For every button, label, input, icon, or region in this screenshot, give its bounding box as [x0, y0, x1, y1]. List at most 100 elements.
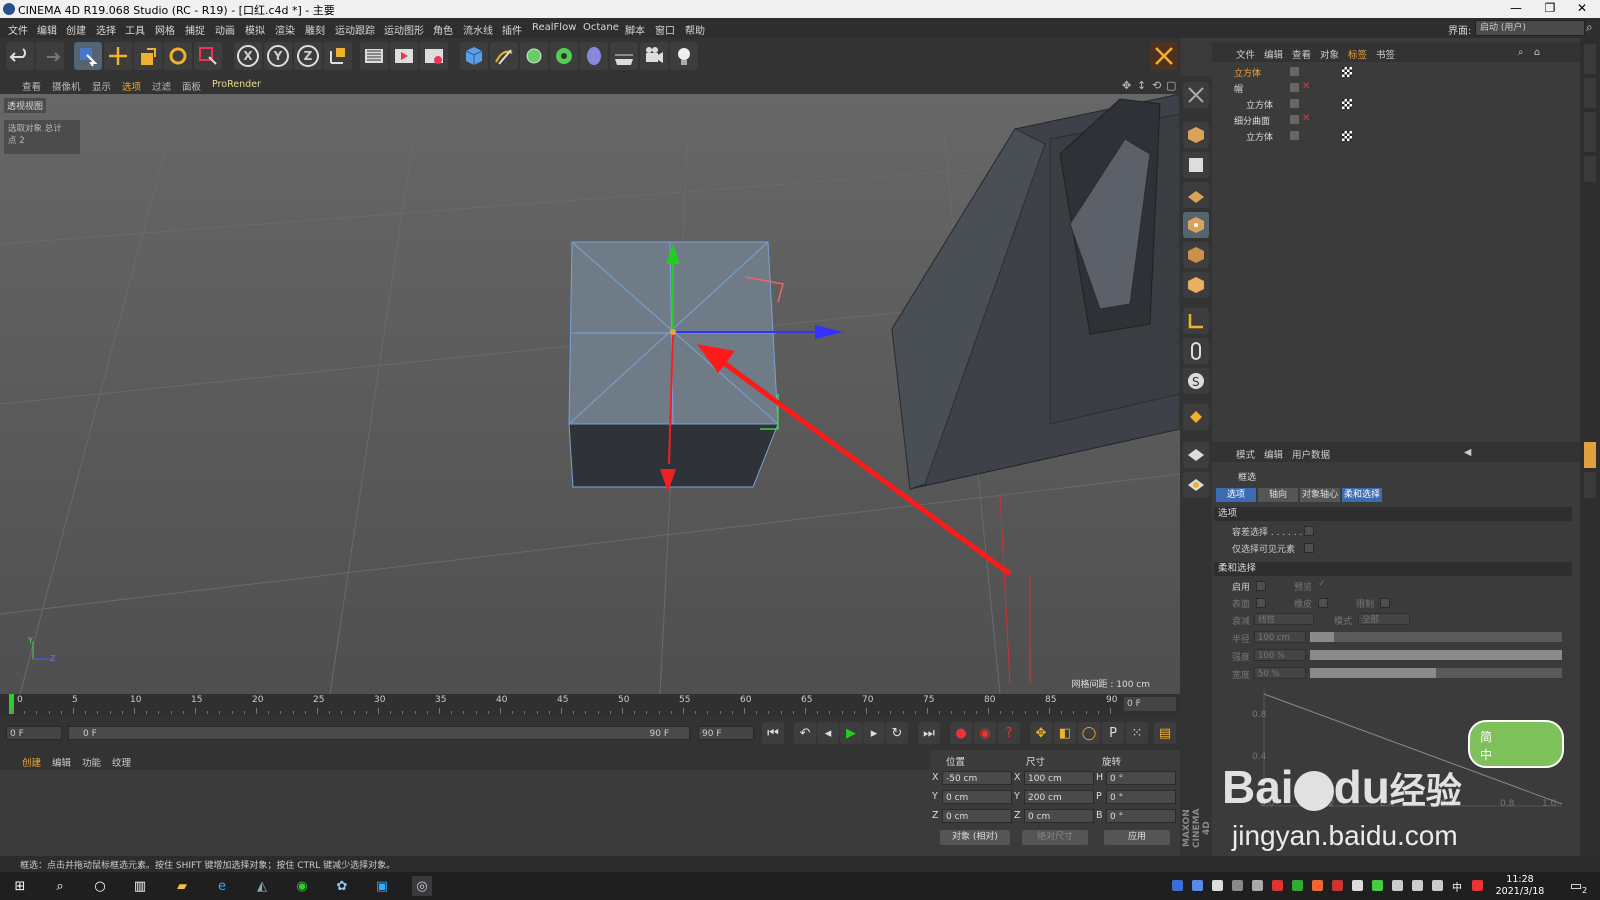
side-tab-layers[interactable]: [1584, 472, 1596, 498]
previous-key-icon[interactable]: ↶: [794, 722, 816, 744]
menu-animate[interactable]: 动画: [215, 22, 235, 37]
floor-icon[interactable]: [610, 42, 638, 70]
axis-mode-icon[interactable]: [1183, 308, 1209, 334]
tray-icon[interactable]: [1252, 880, 1263, 891]
tray-icon[interactable]: [1432, 880, 1443, 891]
menu-motion-tracking[interactable]: 运动跟踪: [335, 22, 375, 37]
layout-dropdown[interactable]: 启动 (用户): [1475, 20, 1585, 36]
tray-icon[interactable]: [1332, 880, 1343, 891]
pos-z-field[interactable]: 0 cm: [942, 809, 1012, 823]
object-row-subdivision[interactable]: 细分曲面 ✕: [1212, 112, 1580, 128]
subdivision-surface-icon[interactable]: [520, 42, 548, 70]
material-tag-icon[interactable]: [1342, 99, 1352, 109]
om-home-icon[interactable]: ⌂: [1534, 47, 1540, 58]
app-icon-2[interactable]: ▣: [372, 876, 392, 896]
end-frame-field[interactable]: 90 F: [698, 726, 754, 740]
radius-field[interactable]: 100 cm: [1254, 631, 1306, 643]
menu-tools[interactable]: 工具: [125, 22, 145, 37]
om-menu-file[interactable]: 文件: [1236, 47, 1255, 61]
radius-slider[interactable]: [1310, 632, 1562, 642]
side-tab-takes[interactable]: [1584, 78, 1596, 108]
x-axis-lock-button[interactable]: X: [234, 42, 262, 70]
side-tab-structure[interactable]: [1584, 156, 1596, 182]
auto-keying-icon[interactable]: ◉: [974, 722, 996, 744]
go-to-start-icon[interactable]: ⏮: [762, 722, 784, 744]
vp-nav-rotate-icon[interactable]: ⟲: [1152, 79, 1161, 92]
key-rotation-icon[interactable]: ◯: [1078, 722, 1100, 744]
workplane-mode-icon[interactable]: [1183, 182, 1209, 208]
coordinate-mode-dropdown[interactable]: 对象 (相对): [940, 830, 1010, 845]
apply-button[interactable]: 应用: [1104, 830, 1170, 845]
side-tab-objects[interactable]: [1584, 44, 1596, 74]
vp-menu-panel[interactable]: 面板: [182, 79, 201, 93]
live-selection-icon[interactable]: [74, 42, 102, 70]
solo-mode-icon[interactable]: S: [1183, 368, 1209, 394]
strength-slider[interactable]: [1310, 650, 1562, 660]
camera-icon[interactable]: [640, 42, 668, 70]
vp-menu-view[interactable]: 查看: [22, 79, 41, 93]
rot-b-field[interactable]: 0 °: [1106, 809, 1176, 823]
cloner-icon[interactable]: [550, 42, 578, 70]
menu-render[interactable]: 渲染: [275, 22, 295, 37]
network-icon[interactable]: [1392, 880, 1403, 891]
restrict-checkbox[interactable]: [1380, 598, 1390, 608]
grid-lock-icon[interactable]: [1183, 442, 1209, 468]
tray-icon[interactable]: [1352, 880, 1363, 891]
tray-icon[interactable]: [1312, 880, 1323, 891]
menu-mograph[interactable]: 运动图形: [384, 22, 424, 37]
model-mode-icon[interactable]: [1183, 122, 1209, 148]
object-row-cube-2[interactable]: 立方体: [1212, 96, 1580, 112]
menu-simulate[interactable]: 模拟: [245, 22, 265, 37]
visible-only-checkbox[interactable]: [1304, 543, 1314, 553]
mat-menu-create[interactable]: 创建: [22, 755, 41, 769]
tab-soft-selection[interactable]: 柔和选择: [1342, 488, 1382, 502]
file-explorer-icon[interactable]: ▰: [172, 876, 192, 896]
material-tag-icon[interactable]: [1342, 131, 1352, 141]
size-y-field[interactable]: 200 cm: [1024, 790, 1094, 804]
material-tag-icon[interactable]: [1342, 67, 1352, 77]
menu-window[interactable]: 窗口: [655, 22, 675, 37]
object-row-cube-1[interactable]: 立方体: [1212, 64, 1580, 80]
mat-menu-edit[interactable]: 编辑: [52, 755, 71, 769]
wechat-icon[interactable]: ◉: [292, 876, 312, 896]
play-icon[interactable]: ▶: [840, 722, 862, 744]
tray-icon[interactable]: [1372, 880, 1383, 891]
menu-octane[interactable]: Octane: [583, 22, 619, 33]
clock[interactable]: 11:28 2021/3/18: [1490, 874, 1550, 898]
tweak-mode-icon[interactable]: [1183, 338, 1209, 364]
tab-axis[interactable]: 轴向: [1258, 488, 1298, 502]
disabled-icon[interactable]: ✕: [1302, 113, 1310, 124]
rubber-checkbox[interactable]: [1318, 598, 1328, 608]
record-keys-icon[interactable]: ●: [950, 722, 972, 744]
mat-menu-function[interactable]: 功能: [82, 755, 101, 769]
snap-magnet-icon[interactable]: [1183, 404, 1209, 430]
baidu-netdisk-icon[interactable]: ✿: [332, 876, 352, 896]
previous-frame-icon[interactable]: ◂: [817, 722, 839, 744]
rotate-icon[interactable]: [164, 42, 192, 70]
keyframe-selection-icon[interactable]: ?: [998, 722, 1020, 744]
surface-checkbox[interactable]: [1256, 598, 1266, 608]
disabled-icon[interactable]: ✕: [1302, 81, 1310, 92]
loop-icon[interactable]: ↻: [886, 722, 908, 744]
mat-menu-texture[interactable]: 纹理: [112, 755, 131, 769]
om-menu-bookmarks[interactable]: 书签: [1376, 47, 1395, 61]
width-slider[interactable]: [1310, 668, 1562, 678]
visibility-toggle[interactable]: [1290, 67, 1299, 76]
make-editable-icon[interactable]: [1183, 82, 1209, 108]
vp-menu-prorender[interactable]: ProRender: [212, 79, 261, 90]
mode-dropdown[interactable]: 全部: [1358, 613, 1410, 625]
texture-mode-icon[interactable]: [1183, 152, 1209, 178]
close-button[interactable]: ✕: [1562, 0, 1600, 18]
enable-checkbox[interactable]: [1256, 581, 1266, 591]
edge-browser-icon[interactable]: e: [212, 876, 232, 896]
key-scale-icon[interactable]: ◧: [1054, 722, 1076, 744]
menu-select[interactable]: 选择: [96, 22, 116, 37]
menu-file[interactable]: 文件: [8, 22, 28, 37]
sogou-icon[interactable]: [1472, 880, 1483, 891]
tab-options[interactable]: 选项: [1216, 488, 1256, 502]
vp-maximize-icon[interactable]: ▢: [1166, 79, 1176, 92]
pos-y-field[interactable]: 0 cm: [942, 790, 1012, 804]
menu-character[interactable]: 角色: [433, 22, 453, 37]
vp-menu-camera[interactable]: 摄像机: [52, 79, 81, 93]
am-menu-userdata[interactable]: 用户数据: [1292, 447, 1330, 461]
